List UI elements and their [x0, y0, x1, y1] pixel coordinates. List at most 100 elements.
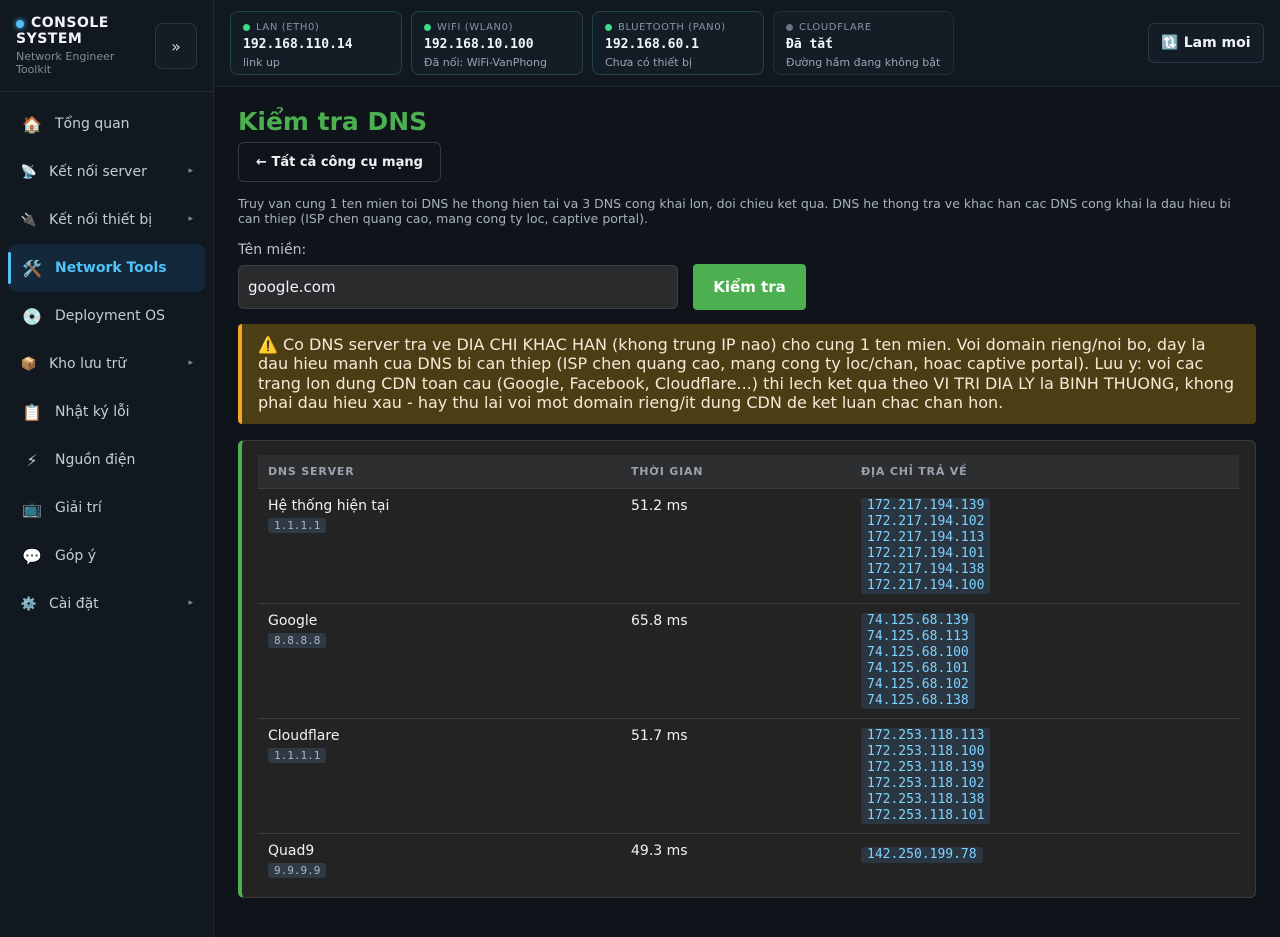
net-card-bluetooth[interactable]: BLUETOOTH (PAN0) 192.168.60.1 Chưa có th…	[592, 11, 764, 75]
net-card-wifi[interactable]: WIFI (WLAN0) 192.168.10.100 Đã nối: WiFi…	[411, 11, 583, 75]
sidebar-item-label: Deployment OS	[55, 308, 165, 324]
address-chip: 172.217.194.139	[867, 497, 985, 513]
cell-dns-server: Google 8.8.8.8	[258, 603, 621, 719]
address-chip: 172.217.194.113	[867, 529, 985, 545]
clipboard-icon: 📋	[22, 402, 42, 422]
address-chip: 172.217.194.138	[867, 561, 985, 577]
cell-time: 51.7 ms	[621, 718, 851, 834]
address-list: 172.217.194.139 172.217.194.102 172.217.19…	[861, 497, 991, 594]
sidebar-item-label: Kết nối server	[49, 164, 147, 180]
sidebar-item-overview[interactable]: 🏠 Tổng quan	[8, 100, 205, 148]
sidebar-item-label: Cài đặt	[49, 596, 99, 612]
sidebar-item-storage[interactable]: 📦 Kho lưu trữ ▸	[8, 340, 205, 388]
net-card-ip: 192.168.60.1	[605, 37, 699, 52]
sidebar-item-power[interactable]: ⚡ Nguồn điện	[8, 436, 205, 484]
sidebar-item-label: Nhật ký lỗi	[55, 404, 130, 420]
chevron-right-icon: ▸	[188, 214, 193, 224]
address-chip: 74.125.68.113	[867, 628, 969, 644]
domain-input[interactable]	[238, 265, 678, 309]
home-icon: 🏠	[22, 114, 42, 134]
sidebar-item-device-connection[interactable]: 🔌 Kết nối thiết bị ▸	[8, 196, 205, 244]
address-chip: 172.217.194.102	[867, 513, 985, 529]
status-dot-icon	[605, 23, 612, 31]
response-time: 51.7 ms	[631, 727, 688, 744]
satellite-antenna-icon: 📡	[20, 164, 38, 180]
gear-icon: ⚙️	[20, 596, 38, 612]
sidebar-item-network-tools[interactable]: 🛠️ Network Tools	[8, 244, 205, 292]
page-description: Truy van cung 1 ten mien toi DNS he thon…	[238, 196, 1231, 226]
cell-addresses: 74.125.68.139 74.125.68.113 74.125.68.100 7…	[851, 603, 1239, 719]
net-card-ip: Đã tắt	[786, 37, 833, 52]
sidebar-item-feedback[interactable]: 💬 Góp ý	[8, 532, 205, 580]
table-row: Cloudflare 1.1.1.1 51.7 ms 172.253.118.113 1…	[258, 718, 1239, 834]
sidebar-item-label: Kho lưu trữ	[49, 356, 127, 372]
cell-addresses: 172.253.118.113 172.253.118.100 172.253.11…	[851, 718, 1239, 834]
disc-icon: 💿	[22, 306, 42, 326]
sidebar-item-label: Góp ý	[55, 548, 97, 564]
response-time: 51.2 ms	[631, 497, 688, 514]
cell-dns-server: Hệ thống hiện tại 1.1.1.1	[258, 488, 621, 604]
dns-results-body: Hệ thống hiện tại 1.1.1.1 51.2 ms 172.217.1…	[258, 488, 1239, 896]
address-chip: 172.253.118.113	[867, 727, 985, 743]
dns-server-ip-badge: 8.8.8.8	[268, 632, 327, 648]
table-row: Google 8.8.8.8 65.8 ms 74.125.68.139 74.125.…	[258, 603, 1239, 719]
response-time: 65.8 ms	[631, 612, 688, 629]
sidebar-item-error-log[interactable]: 📋 Nhật ký lỗi	[8, 388, 205, 436]
chevron-right-icon: ▸	[188, 166, 193, 176]
address-list: 74.125.68.139 74.125.68.113 74.125.68.100 7…	[861, 612, 975, 709]
back-to-tools-button[interactable]: ← Tất cả công cụ mạng	[238, 142, 441, 182]
check-dns-button[interactable]: Kiểm tra	[693, 264, 806, 310]
net-card-label: LAN (ETH0)	[256, 21, 320, 33]
sidebar: CONSOLE SYSTEM Network Engineer Toolkit …	[0, 0, 214, 937]
sidebar-item-server-connection[interactable]: 📡 Kết nối server ▸	[8, 148, 205, 196]
cell-dns-server: Cloudflare 1.1.1.1	[258, 718, 621, 834]
address-chip: 172.217.194.101	[867, 545, 985, 561]
net-card-label-row: WIFI (WLAN0)	[424, 20, 570, 34]
net-card-lan[interactable]: LAN (ETH0) 192.168.110.14 link up	[230, 11, 402, 75]
net-card-status: link up	[243, 56, 280, 69]
net-card-label: WIFI (WLAN0)	[437, 21, 514, 33]
address-chip: 172.253.118.101	[867, 807, 985, 823]
sidebar-item-label: Network Tools	[55, 260, 167, 276]
dns-results-table: DNS SERVER THỜI GIAN ĐỊA CHỈ TRẢ VỀ Hệ t…	[258, 455, 1239, 896]
brand-title: CONSOLE SYSTEM	[16, 15, 109, 47]
table-header-row: DNS SERVER THỜI GIAN ĐỊA CHỈ TRẢ VỀ	[258, 455, 1239, 489]
net-card-label-row: LAN (ETH0)	[243, 20, 389, 34]
cell-time: 51.2 ms	[621, 488, 851, 604]
dns-server-name: Google	[268, 612, 318, 629]
net-card-label-row: BLUETOOTH (PAN0)	[605, 20, 751, 34]
cell-addresses: 142.250.199.78	[851, 833, 1239, 896]
brand-subtitle: Network Engineer Toolkit	[16, 50, 115, 76]
sidebar-item-deployment-os[interactable]: 💿 Deployment OS	[8, 292, 205, 340]
sidebar-item-settings[interactable]: ⚙️ Cài đặt ▸	[8, 580, 205, 628]
sidebar-collapse-button[interactable]: »	[155, 23, 197, 69]
address-chip: 74.125.68.100	[867, 644, 969, 660]
net-card-label: BLUETOOTH (PAN0)	[618, 21, 726, 33]
net-card-ip: 192.168.10.100	[424, 37, 534, 52]
cell-addresses: 172.217.194.139 172.217.194.102 172.217.19…	[851, 488, 1239, 604]
net-card-cloudflare[interactable]: CLOUDFLARE Đã tắt Đường hầm đang không b…	[773, 11, 954, 75]
tv-icon: 📺	[22, 498, 42, 518]
refresh-button[interactable]: 🔃 Lam moi	[1148, 23, 1264, 63]
status-dot-icon	[243, 23, 250, 31]
topbar: LAN (ETH0) 192.168.110.14 link up WIFI (…	[214, 0, 1280, 87]
net-card-status: Chưa có thiết bị	[605, 56, 693, 69]
dns-server-ip-badge: 1.1.1.1	[268, 517, 327, 533]
address-list: 172.253.118.113 172.253.118.100 172.253.11…	[861, 727, 991, 824]
sidebar-item-label: Nguồn điện	[55, 452, 136, 468]
cell-time: 65.8 ms	[621, 603, 851, 719]
sidebar-item-entertainment[interactable]: 📺 Giải trí	[8, 484, 205, 532]
table-row: Hệ thống hiện tại 1.1.1.1 51.2 ms 172.217.1…	[258, 488, 1239, 604]
status-dot-icon	[424, 23, 431, 31]
address-chip: 172.217.194.100	[867, 577, 985, 593]
page-title: Kiểm tra DNS	[238, 107, 428, 136]
response-time: 49.3 ms	[631, 842, 688, 859]
net-card-status: Đường hầm đang không bật	[786, 56, 941, 69]
column-header-time: THỜI GIAN	[621, 455, 851, 489]
dns-server-name: Hệ thống hiện tại	[268, 497, 390, 514]
address-chip: 74.125.68.102	[867, 676, 969, 692]
sidebar-item-label: Tổng quan	[55, 116, 130, 132]
table-row: Quad9 9.9.9.9 49.3 ms 142.250.199.78	[258, 833, 1239, 896]
address-list: 142.250.199.78	[861, 846, 983, 863]
net-card-ip: 192.168.110.14	[243, 37, 353, 52]
